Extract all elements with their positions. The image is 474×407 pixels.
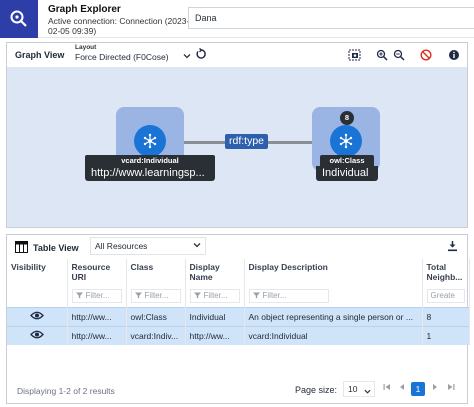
description-cell: vcard:Individual [244, 325, 423, 345]
uri-cell: http://ww... [67, 325, 127, 345]
table-footer: Displaying 1-2 of 2 results Page size: 1… [7, 378, 467, 402]
col-display-description[interactable]: Display Description [244, 259, 423, 285]
filter-cell: Filter... [67, 285, 127, 307]
visibility-cell [7, 306, 68, 326]
eye-icon[interactable] [29, 311, 44, 322]
total-cell: 8 [422, 306, 470, 326]
layout-select[interactable]: Force Directed (F0Cose) [73, 50, 191, 64]
connection-status: Active connection: Connection (2023-02-0… [48, 16, 190, 36]
col-class[interactable]: Class [126, 259, 186, 285]
total-cell: 1 [422, 325, 470, 345]
uri-cell: http://ww... [67, 306, 127, 326]
filter-input-class[interactable]: Filter... [130, 288, 181, 303]
node-type-label: owl:Class [320, 155, 374, 166]
graph-explorer-logo-icon [0, 0, 38, 38]
filter-placeholder: Filter... [144, 290, 169, 300]
page-size-label: Page size: [295, 385, 338, 395]
first-page-icon[interactable] [383, 383, 391, 393]
eye-icon[interactable] [29, 330, 44, 341]
col-resource-uri[interactable]: Resource URI [67, 259, 127, 285]
neighbor-count-badge: 8 [340, 111, 354, 125]
filter-cell: Filter... [185, 285, 245, 307]
col-total-neighbors-label: Total Neighb... [426, 262, 463, 282]
node-hub-icon [330, 125, 362, 157]
filter-input-display-name[interactable]: Filter... [189, 288, 240, 303]
resource-filter-value: All Resources [95, 241, 148, 251]
display-name-cell: Individual [185, 306, 245, 326]
node-hub-icon [134, 125, 166, 157]
col-display-name[interactable]: Display Name [185, 259, 245, 285]
page-size-value: 10 [348, 384, 358, 394]
graph-toolbar: Graph View Layout Force Directed (F0Cose… [7, 43, 467, 67]
prev-page-icon[interactable] [399, 383, 405, 393]
class-cell: owl:Class [126, 306, 186, 326]
col-visibility[interactable]: Visibility [7, 259, 68, 285]
filter-placeholder: Filter... [203, 290, 228, 300]
node-display-label: http://www.learningsp... [85, 166, 215, 181]
filter-icon [75, 292, 83, 299]
filter-icon [134, 292, 142, 299]
filter-input-uri[interactable]: Filter... [71, 288, 122, 303]
col-display-name-label: Display Name [189, 262, 220, 282]
chevron-down-icon [193, 241, 201, 251]
display-name-cell: http://ww... [185, 325, 245, 345]
edge-label[interactable]: rdf:type [225, 134, 269, 149]
filter-cell: Filter... [126, 285, 186, 307]
visibility-cell [7, 325, 68, 345]
node-type-label: vcard:Individual [85, 155, 215, 166]
last-page-icon[interactable] [447, 383, 455, 393]
reset-layout-button[interactable] [195, 47, 207, 62]
app-title: Graph Explorer [48, 4, 121, 15]
filter-placeholder: Filter... [262, 290, 287, 300]
filter-input-total[interactable]: Greate [426, 288, 465, 303]
zoom-out-icon[interactable] [392, 48, 406, 62]
filter-input-description[interactable]: Filter... [248, 288, 329, 303]
col-resource-uri-label: Resource URI [71, 262, 111, 282]
info-icon[interactable] [447, 48, 461, 62]
user-name-field[interactable]: Dana [188, 7, 474, 29]
graph-view-title: Graph View [15, 50, 65, 60]
next-page-icon[interactable] [432, 383, 438, 393]
resource-filter-select[interactable]: All Resources [90, 237, 206, 255]
layout-select-value: Force Directed (F0Cose) [75, 52, 169, 62]
filter-cell: Filter... [244, 285, 423, 307]
table-row[interactable]: http://ww... owl:Class Individual An obj… [7, 306, 470, 326]
class-cell: vcard:Indiv... [126, 325, 186, 345]
node-display-label: Individual [316, 166, 378, 181]
page-size-select[interactable]: 10 [343, 381, 375, 397]
col-total-neighbors[interactable]: Total Neighb... [422, 259, 470, 285]
table-row[interactable]: http://ww... vcard:Indiv... http://ww...… [7, 325, 470, 345]
filter-placeholder: Filter... [85, 290, 110, 300]
filter-cell: Greate [422, 285, 470, 307]
graph-view-panel: Graph View Layout Force Directed (F0Cose… [6, 42, 468, 228]
zoom-in-icon[interactable] [375, 48, 389, 62]
clear-graph-icon[interactable] [419, 48, 433, 62]
filter-row: Filter... Filter... Filter... Filter... … [7, 285, 470, 307]
filter-placeholder: Greate [430, 290, 455, 300]
app-header: Graph Explorer Active connection: Connec… [0, 0, 474, 38]
table-view-title: Table View [33, 243, 79, 253]
chevron-down-icon [183, 50, 191, 64]
filter-cell-empty [7, 285, 68, 307]
chevron-down-icon [364, 385, 371, 399]
current-page-button[interactable]: 1 [411, 382, 425, 396]
resource-table: Visibility Resource URI Class Display Na… [7, 259, 470, 345]
filter-icon [193, 292, 201, 299]
graph-canvas[interactable]: rdf:type vcard:Individual http://www.lea… [7, 67, 467, 227]
download-icon[interactable] [447, 240, 458, 254]
table-view-panel: Table View All Resources Visibility Reso… [6, 234, 470, 404]
screenshot-icon[interactable] [347, 48, 361, 62]
table-header-row: Visibility Resource URI Class Display Na… [7, 259, 470, 285]
table-icon [15, 241, 28, 255]
filter-icon [252, 292, 260, 299]
results-count: Displaying 1-2 of 2 results [17, 386, 115, 396]
description-cell: An object representing a single person o… [244, 306, 423, 326]
